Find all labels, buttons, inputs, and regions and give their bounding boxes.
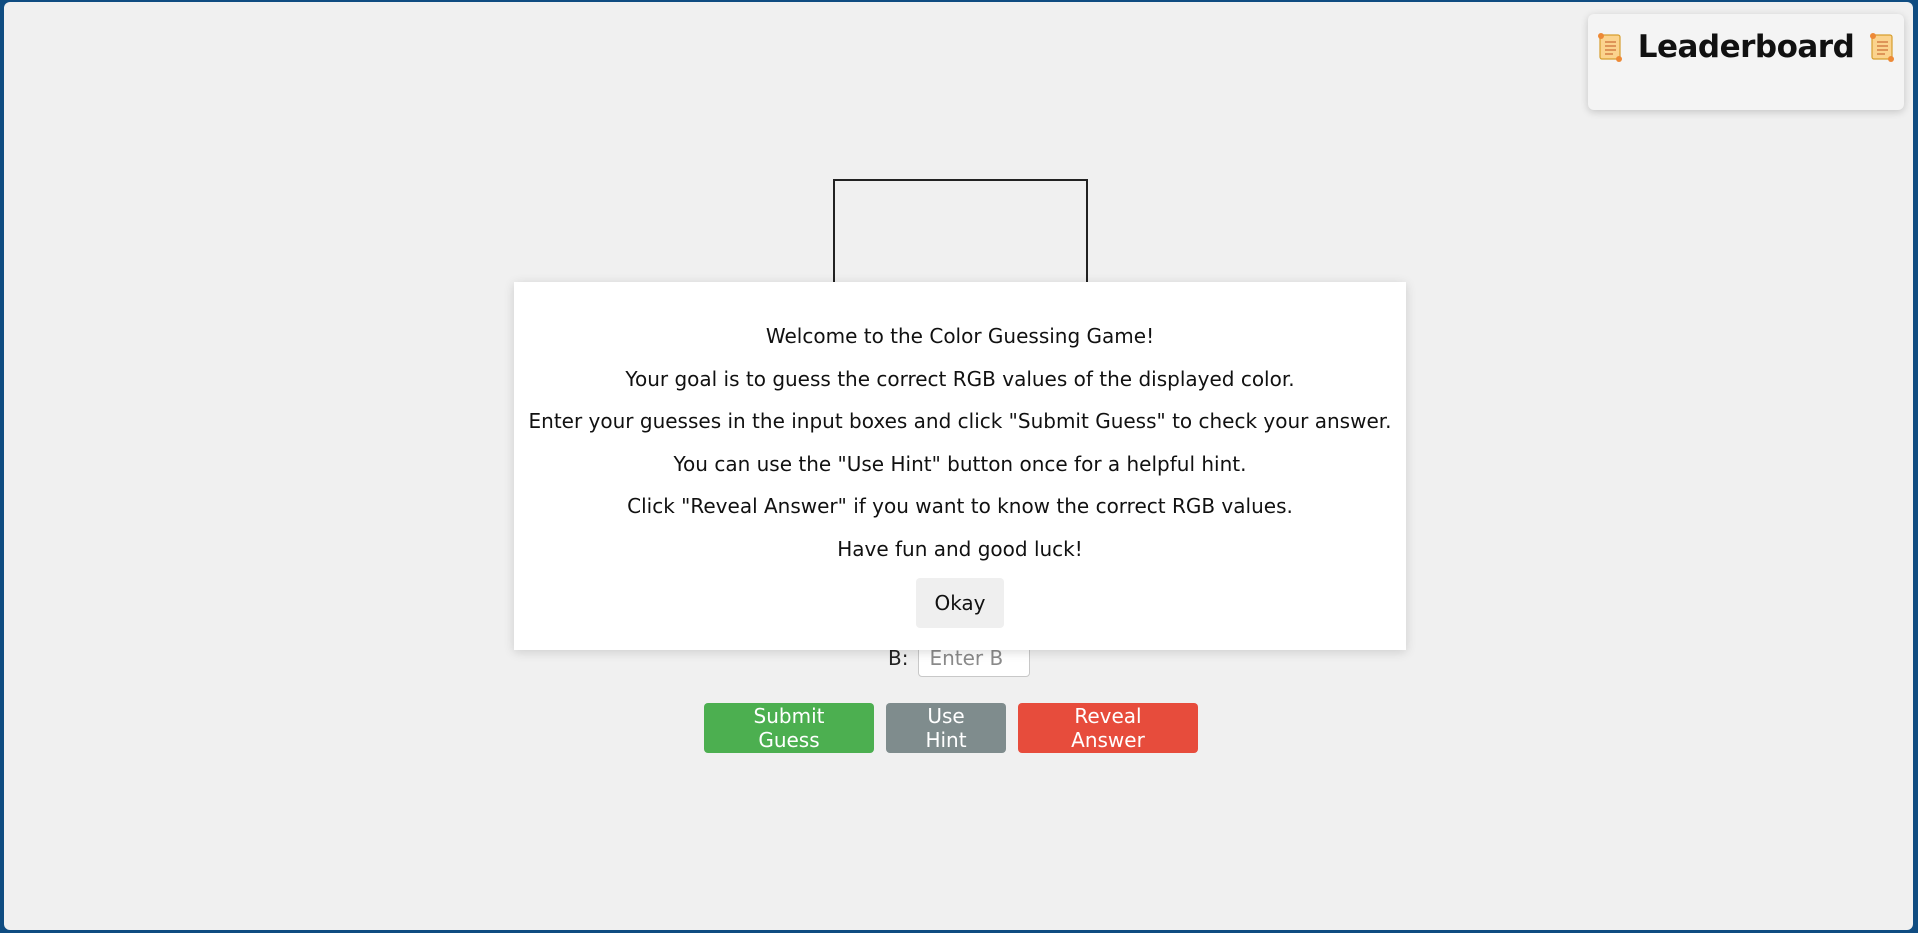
color-display: [833, 179, 1088, 291]
leaderboard-header: Leaderboard: [1588, 16, 1904, 78]
modal-line-welcome: Welcome to the Color Guessing Game!: [765, 324, 1155, 348]
action-buttons: Submit Guess Use Hint Reveal Answer: [704, 703, 1198, 753]
okay-button[interactable]: Okay: [916, 578, 1004, 628]
leaderboard-panel: Leaderboard: [1588, 14, 1904, 110]
modal-line-reveal: Click "Reveal Answer" if you want to kno…: [627, 494, 1293, 518]
scroll-icon: [1596, 32, 1624, 62]
reveal-answer-button[interactable]: Reveal Answer: [1018, 703, 1198, 753]
scroll-icon: [1868, 32, 1896, 62]
modal-text: Welcome to the Color Guessing Game! Your…: [514, 282, 1406, 576]
modal-line-hint: You can use the "Use Hint" button once f…: [673, 451, 1247, 476]
leaderboard-title: Leaderboard: [1637, 29, 1855, 65]
app-window: Leaderboard B: Submit Guess Use Hint Rev…: [4, 2, 1913, 930]
use-hint-button[interactable]: Use Hint: [886, 703, 1006, 753]
instructions-modal: Welcome to the Color Guessing Game! Your…: [514, 282, 1406, 650]
modal-line-fun: Have fun and good luck!: [837, 536, 1083, 561]
submit-guess-button[interactable]: Submit Guess: [704, 703, 874, 753]
modal-line-enter: Enter your guesses in the input boxes an…: [528, 409, 1392, 433]
modal-line-goal: Your goal is to guess the correct RGB va…: [625, 366, 1295, 391]
